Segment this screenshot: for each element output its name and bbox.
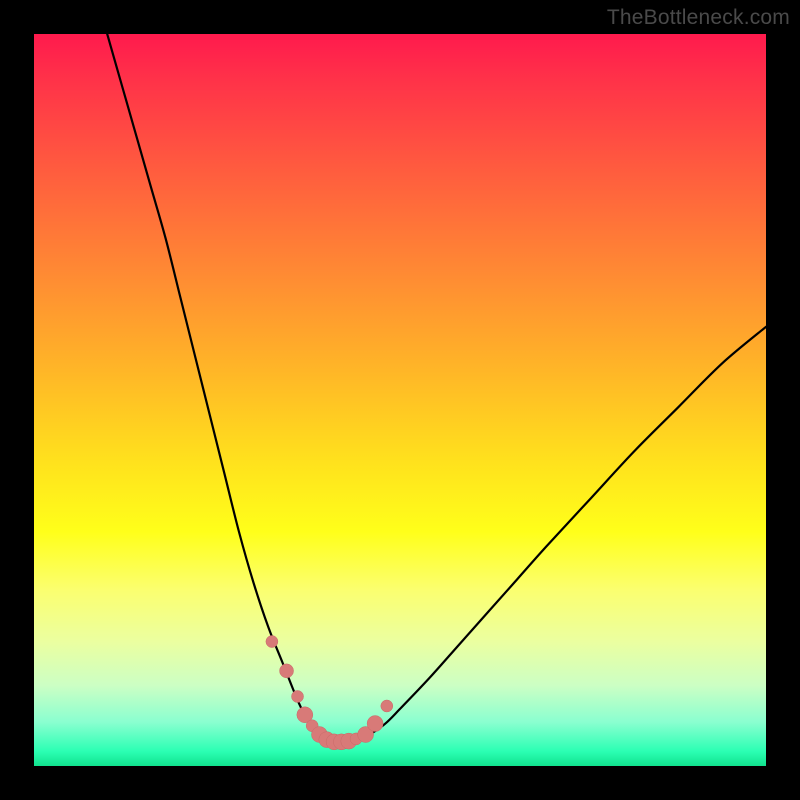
watermark-text: TheBottleneck.com	[607, 6, 790, 30]
curve-marker	[266, 636, 278, 648]
plot-area	[34, 34, 766, 766]
bottleneck-curve-svg	[34, 34, 766, 766]
curve-marker	[367, 716, 383, 732]
curve-marker	[381, 700, 393, 712]
curve-marker	[280, 664, 294, 678]
curve-marker	[292, 690, 304, 702]
bottleneck-curve-line	[107, 34, 766, 742]
chart-frame: TheBottleneck.com	[0, 0, 800, 800]
